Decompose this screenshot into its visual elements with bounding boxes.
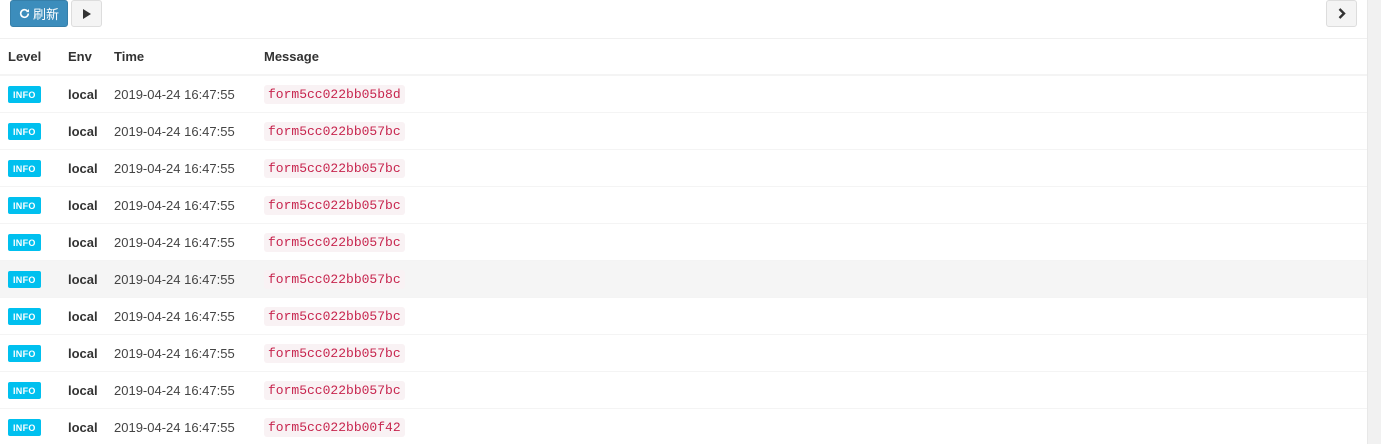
message-code: form5cc022bb05b8d [264, 85, 405, 104]
log-table: Level Env Time Message INFO local 2019-0… [0, 38, 1367, 445]
level-badge: INFO [8, 86, 41, 103]
table-row[interactable]: INFO local 2019-04-24 16:47:55 form5cc02… [0, 409, 1367, 445]
level-cell: INFO [0, 224, 60, 261]
refresh-icon [19, 8, 30, 19]
time-cell: 2019-04-24 16:47:55 [106, 113, 256, 150]
table-row[interactable]: INFO local 2019-04-24 16:47:55 form5cc02… [0, 224, 1367, 261]
time-cell: 2019-04-24 16:47:55 [106, 75, 256, 113]
env-cell: local [60, 372, 106, 409]
env-cell: local [60, 187, 106, 224]
message-cell: form5cc022bb057bc [256, 224, 1367, 261]
time-header[interactable]: Time [106, 38, 256, 75]
env-cell: local [60, 409, 106, 445]
message-code: form5cc022bb057bc [264, 233, 405, 252]
table-row[interactable]: INFO local 2019-04-24 16:47:55 form5cc02… [0, 75, 1367, 113]
message-code: form5cc022bb057bc [264, 307, 405, 326]
env-cell: local [60, 113, 106, 150]
time-cell: 2019-04-24 16:47:55 [106, 409, 256, 445]
level-cell: INFO [0, 335, 60, 372]
message-cell: form5cc022bb057bc [256, 113, 1367, 150]
level-badge: INFO [8, 308, 41, 325]
refresh-label: 刷新 [33, 4, 59, 23]
message-code: form5cc022bb057bc [264, 270, 405, 289]
time-cell: 2019-04-24 16:47:55 [106, 298, 256, 335]
message-code: form5cc022bb00f42 [264, 418, 405, 437]
level-header[interactable]: Level [0, 38, 60, 75]
refresh-button[interactable]: 刷新 [10, 0, 68, 27]
level-badge: INFO [8, 345, 41, 362]
env-cell: local [60, 335, 106, 372]
message-cell: form5cc022bb057bc [256, 298, 1367, 335]
message-cell: form5cc022bb057bc [256, 150, 1367, 187]
env-header[interactable]: Env [60, 38, 106, 75]
next-button[interactable] [1326, 0, 1357, 27]
time-cell: 2019-04-24 16:47:55 [106, 150, 256, 187]
level-badge: INFO [8, 160, 41, 177]
level-badge: INFO [8, 197, 41, 214]
time-cell: 2019-04-24 16:47:55 [106, 372, 256, 409]
level-cell: INFO [0, 261, 60, 298]
message-cell: form5cc022bb057bc [256, 335, 1367, 372]
level-cell: INFO [0, 409, 60, 445]
level-cell: INFO [0, 75, 60, 113]
play-button[interactable] [71, 0, 102, 27]
level-cell: INFO [0, 150, 60, 187]
time-cell: 2019-04-24 16:47:55 [106, 224, 256, 261]
level-badge: INFO [8, 419, 41, 436]
table-row[interactable]: INFO local 2019-04-24 16:47:55 form5cc02… [0, 261, 1367, 298]
env-cell: local [60, 261, 106, 298]
chevron-right-icon [1338, 8, 1346, 19]
time-cell: 2019-04-24 16:47:55 [106, 187, 256, 224]
message-cell: form5cc022bb00f42 [256, 409, 1367, 445]
play-icon [82, 9, 91, 19]
env-cell: local [60, 298, 106, 335]
message-cell: form5cc022bb057bc [256, 187, 1367, 224]
level-cell: INFO [0, 187, 60, 224]
message-code: form5cc022bb057bc [264, 381, 405, 400]
env-cell: local [60, 224, 106, 261]
table-row[interactable]: INFO local 2019-04-24 16:47:55 form5cc02… [0, 150, 1367, 187]
log-toolbar: 刷新 [0, 0, 1367, 39]
message-cell: form5cc022bb057bc [256, 261, 1367, 298]
message-code: form5cc022bb057bc [264, 344, 405, 363]
level-badge: INFO [8, 382, 41, 399]
vertical-scrollbar[interactable] [1367, 0, 1381, 444]
message-header[interactable]: Message [256, 38, 1367, 75]
level-cell: INFO [0, 113, 60, 150]
message-code: form5cc022bb057bc [264, 159, 405, 178]
time-cell: 2019-04-24 16:47:55 [106, 335, 256, 372]
level-badge: INFO [8, 123, 41, 140]
level-cell: INFO [0, 372, 60, 409]
table-row[interactable]: INFO local 2019-04-24 16:47:55 form5cc02… [0, 298, 1367, 335]
level-cell: INFO [0, 298, 60, 335]
level-badge: INFO [8, 271, 41, 288]
level-badge: INFO [8, 234, 41, 251]
time-cell: 2019-04-24 16:47:55 [106, 261, 256, 298]
message-cell: form5cc022bb05b8d [256, 75, 1367, 113]
table-header-row: Level Env Time Message [0, 38, 1367, 75]
table-row[interactable]: INFO local 2019-04-24 16:47:55 form5cc02… [0, 372, 1367, 409]
message-code: form5cc022bb057bc [264, 122, 405, 141]
message-code: form5cc022bb057bc [264, 196, 405, 215]
table-row[interactable]: INFO local 2019-04-24 16:47:55 form5cc02… [0, 113, 1367, 150]
table-row[interactable]: INFO local 2019-04-24 16:47:55 form5cc02… [0, 335, 1367, 372]
env-cell: local [60, 150, 106, 187]
env-cell: local [60, 75, 106, 113]
table-row[interactable]: INFO local 2019-04-24 16:47:55 form5cc02… [0, 187, 1367, 224]
message-cell: form5cc022bb057bc [256, 372, 1367, 409]
